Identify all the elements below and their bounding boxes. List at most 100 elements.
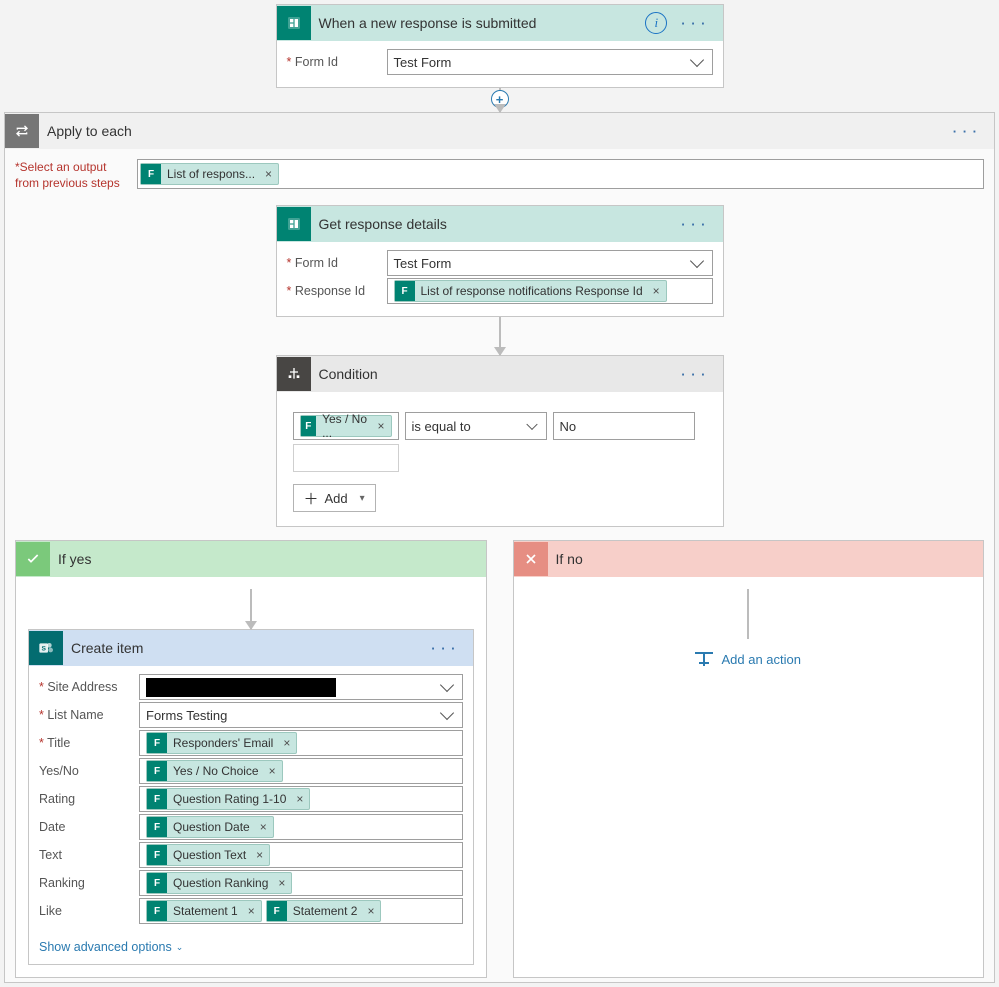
insert-step-button[interactable]: + bbox=[491, 90, 509, 108]
field-label: Yes/No bbox=[39, 764, 139, 778]
sharepoint-icon: S bbox=[29, 631, 63, 665]
dynamic-token[interactable]: FYes / No Choice× bbox=[146, 760, 283, 782]
yes-branch-header[interactable]: If yes bbox=[16, 541, 486, 577]
trigger-menu-button[interactable]: · · · bbox=[673, 16, 714, 31]
apply-select-input[interactable]: F List of respons... × bbox=[137, 159, 984, 189]
show-advanced-options-link[interactable]: Show advanced options ⌄ bbox=[39, 940, 183, 954]
apply-select-label: Select an output from previous steps bbox=[15, 160, 120, 190]
dynamic-token[interactable]: FQuestion Text× bbox=[146, 844, 270, 866]
token-remove-button[interactable]: × bbox=[252, 848, 267, 862]
check-icon bbox=[16, 542, 50, 576]
no-branch-header[interactable]: If no bbox=[514, 541, 984, 577]
field-label: * Title bbox=[39, 736, 139, 750]
apply-select-token[interactable]: F List of respons... × bbox=[140, 163, 279, 185]
field-label: Text bbox=[39, 848, 139, 862]
create-item-field-row: LikeFStatement 1×FStatement 2× bbox=[39, 898, 463, 924]
forms-token-icon: F bbox=[395, 281, 415, 301]
forms-token-icon: F bbox=[147, 789, 167, 809]
condition-header[interactable]: Condition · · · bbox=[277, 356, 723, 392]
apply-to-each-header[interactable]: Apply to each · · · bbox=[5, 113, 994, 149]
field-input[interactable]: FQuestion Date× bbox=[139, 814, 463, 840]
add-action-button[interactable]: Add an action bbox=[526, 639, 972, 679]
create-item-header[interactable]: S Create item · · · bbox=[29, 630, 473, 666]
forms-token-icon: F bbox=[147, 761, 167, 781]
responseid-token[interactable]: F List of response notifications Respons… bbox=[394, 280, 667, 302]
forms-icon bbox=[277, 6, 311, 40]
trigger-formid-select[interactable]: Test Form bbox=[387, 49, 713, 75]
yes-branch: If yes S Create item · · · bbox=[15, 540, 487, 978]
trigger-header[interactable]: When a new response is submitted i · · · bbox=[277, 5, 723, 41]
create-item-field-row: Rating FQuestion Rating 1-10× bbox=[39, 786, 463, 812]
token-remove-button[interactable]: × bbox=[274, 876, 289, 890]
condition-empty-slot[interactable] bbox=[293, 444, 399, 472]
get-response-details-card: Get response details · · · * Form Id Tes… bbox=[276, 205, 724, 317]
token-remove-button[interactable]: × bbox=[292, 792, 307, 806]
token-remove-button[interactable]: × bbox=[265, 764, 280, 778]
info-icon[interactable]: i bbox=[645, 12, 667, 34]
forms-token-icon: F bbox=[147, 733, 167, 753]
getdetails-formid-select[interactable]: Test Form bbox=[387, 250, 713, 276]
token-remove-button[interactable]: × bbox=[363, 904, 378, 918]
getdetails-responseid-input[interactable]: F List of response notifications Respons… bbox=[387, 278, 713, 304]
condition-right-input[interactable]: No bbox=[553, 412, 695, 440]
token-remove-button[interactable]: × bbox=[279, 736, 294, 750]
condition-add-button[interactable]: ＋ Add ▾ bbox=[293, 484, 376, 512]
loop-icon bbox=[5, 114, 39, 148]
apply-to-each-card: Apply to each · · · *Select an output fr… bbox=[4, 112, 995, 983]
apply-to-each-menu-button[interactable]: · · · bbox=[945, 124, 986, 139]
forms-token-icon: F bbox=[141, 164, 161, 184]
create-item-title: Create item bbox=[63, 640, 423, 656]
get-response-details-title: Get response details bbox=[311, 216, 674, 232]
create-item-field-row: Yes/No FYes / No Choice× bbox=[39, 758, 463, 784]
field-input[interactable]: FResponders' Email× bbox=[139, 730, 463, 756]
token-remove-button[interactable]: × bbox=[373, 419, 388, 433]
token-remove-button[interactable]: × bbox=[649, 284, 664, 298]
condition-card: Condition · · · F Yes / No ... × bbox=[276, 355, 724, 527]
field-input[interactable]: Forms Testing bbox=[139, 702, 463, 728]
field-input[interactable] bbox=[139, 674, 463, 700]
dynamic-token[interactable]: FStatement 1× bbox=[146, 900, 262, 922]
create-item-field-row: Date FQuestion Date× bbox=[39, 814, 463, 840]
get-response-details-menu-button[interactable]: · · · bbox=[673, 217, 714, 232]
field-input[interactable]: FQuestion Rating 1-10× bbox=[139, 786, 463, 812]
apply-to-each-title: Apply to each bbox=[39, 123, 945, 139]
create-item-menu-button[interactable]: · · · bbox=[423, 641, 464, 656]
dynamic-token[interactable]: FResponders' Email× bbox=[146, 732, 297, 754]
trigger-title: When a new response is submitted bbox=[311, 15, 646, 31]
condition-title: Condition bbox=[311, 366, 674, 382]
condition-left-input[interactable]: F Yes / No ... × bbox=[293, 412, 399, 440]
create-item-field-row: * List NameForms Testing bbox=[39, 702, 463, 728]
trigger-formid-value: Test Form bbox=[394, 55, 452, 70]
no-branch-title: If no bbox=[548, 551, 976, 567]
token-remove-button[interactable]: × bbox=[244, 904, 259, 918]
forms-token-icon: F bbox=[147, 845, 167, 865]
create-item-field-row: Ranking FQuestion Ranking× bbox=[39, 870, 463, 896]
chevron-down-icon: ▾ bbox=[360, 493, 365, 504]
field-label: Ranking bbox=[39, 876, 139, 890]
add-action-icon bbox=[695, 652, 713, 666]
create-item-field-row: Text FQuestion Text× bbox=[39, 842, 463, 868]
condition-left-token[interactable]: F Yes / No ... × bbox=[300, 415, 392, 437]
field-input[interactable]: FQuestion Text× bbox=[139, 842, 463, 868]
forms-token-icon: F bbox=[267, 901, 287, 921]
getdetails-responseid-label: Response Id bbox=[295, 284, 365, 298]
field-input[interactable]: FStatement 1×FStatement 2× bbox=[139, 898, 463, 924]
get-response-details-header[interactable]: Get response details · · · bbox=[277, 206, 723, 242]
forms-icon bbox=[277, 207, 311, 241]
field-input[interactable]: FYes / No Choice× bbox=[139, 758, 463, 784]
dynamic-token[interactable]: FQuestion Rating 1-10× bbox=[146, 788, 310, 810]
dynamic-token[interactable]: FQuestion Date× bbox=[146, 816, 274, 838]
create-item-field-row: * Title FResponders' Email× bbox=[39, 730, 463, 756]
create-item-card: S Create item · · · * Site Address* List… bbox=[28, 629, 474, 965]
condition-operator-select[interactable]: is equal to bbox=[405, 412, 547, 440]
getdetails-formid-label: Form Id bbox=[295, 256, 338, 270]
condition-menu-button[interactable]: · · · bbox=[673, 367, 714, 382]
token-remove-button[interactable]: × bbox=[261, 167, 276, 181]
field-input[interactable]: FQuestion Ranking× bbox=[139, 870, 463, 896]
dynamic-token[interactable]: FStatement 2× bbox=[266, 900, 382, 922]
token-remove-button[interactable]: × bbox=[256, 820, 271, 834]
trigger-formid-row: * Form Id Test Form bbox=[287, 49, 713, 75]
field-label: Date bbox=[39, 820, 139, 834]
field-label: Rating bbox=[39, 792, 139, 806]
dynamic-token[interactable]: FQuestion Ranking× bbox=[146, 872, 292, 894]
